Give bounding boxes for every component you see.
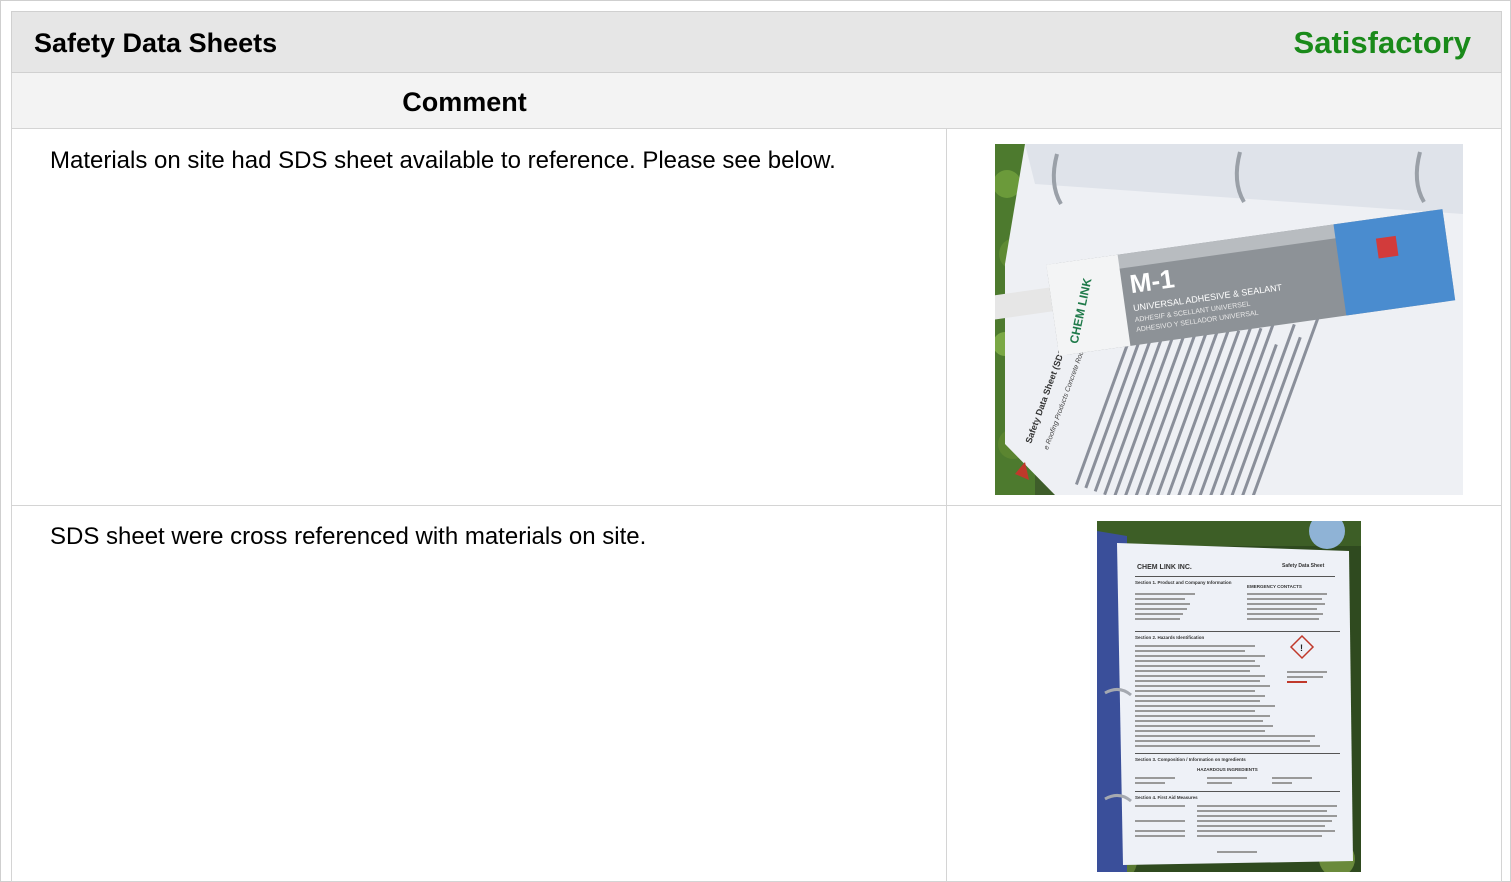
- section-title: Safety Data Sheets: [34, 28, 278, 58]
- tube-model: M-1: [1128, 263, 1177, 299]
- table-row: Materials on site had SDS sheet availabl…: [11, 129, 1502, 506]
- doc-hazardous: HAZARDOUS INGREDIENTS: [1197, 767, 1258, 772]
- doc-section-2: Section 2. Hazards Identification: [1135, 635, 1205, 640]
- comment-cell: SDS sheet were cross referenced with mat…: [12, 506, 947, 881]
- svg-text:!: !: [1300, 643, 1303, 653]
- photo-cell: CHEM LINK INC. Safety Data Sheet Section…: [947, 506, 1501, 881]
- doc-section-3: Section 3. Composition / Information on …: [1135, 757, 1246, 762]
- comment-column-header: Comment: [11, 73, 1502, 129]
- sds-document-photo[interactable]: CHEM LINK INC. Safety Data Sheet Section…: [1097, 521, 1361, 872]
- doc-section-4: Section 4. First Aid Measures: [1135, 795, 1198, 800]
- table-row: SDS sheet were cross referenced with mat…: [11, 506, 1502, 882]
- doc-company: CHEM LINK INC.: [1137, 564, 1192, 571]
- report-frame: Safety Data Sheets Satisfactory Comment …: [0, 0, 1511, 882]
- doc-title: Safety Data Sheet: [1282, 563, 1325, 569]
- comment-cell: Materials on site had SDS sheet availabl…: [12, 129, 947, 505]
- doc-section-1: Section 1. Product and Company Informati…: [1135, 580, 1232, 585]
- photo-cell: Safety Data Sheet (SDS) e Roofing Produc…: [947, 129, 1501, 505]
- section-header: Safety Data Sheets Satisfactory: [11, 11, 1502, 73]
- comment-text: Materials on site had SDS sheet availabl…: [50, 147, 836, 174]
- doc-emergency: EMERGENCY CONTACTS: [1247, 584, 1302, 589]
- status-badge: Satisfactory: [1293, 25, 1471, 60]
- comment-header-label: Comment: [402, 87, 527, 117]
- sds-binder-photo[interactable]: Safety Data Sheet (SDS) e Roofing Produc…: [995, 144, 1463, 495]
- comment-text: SDS sheet were cross referenced with mat…: [50, 523, 647, 550]
